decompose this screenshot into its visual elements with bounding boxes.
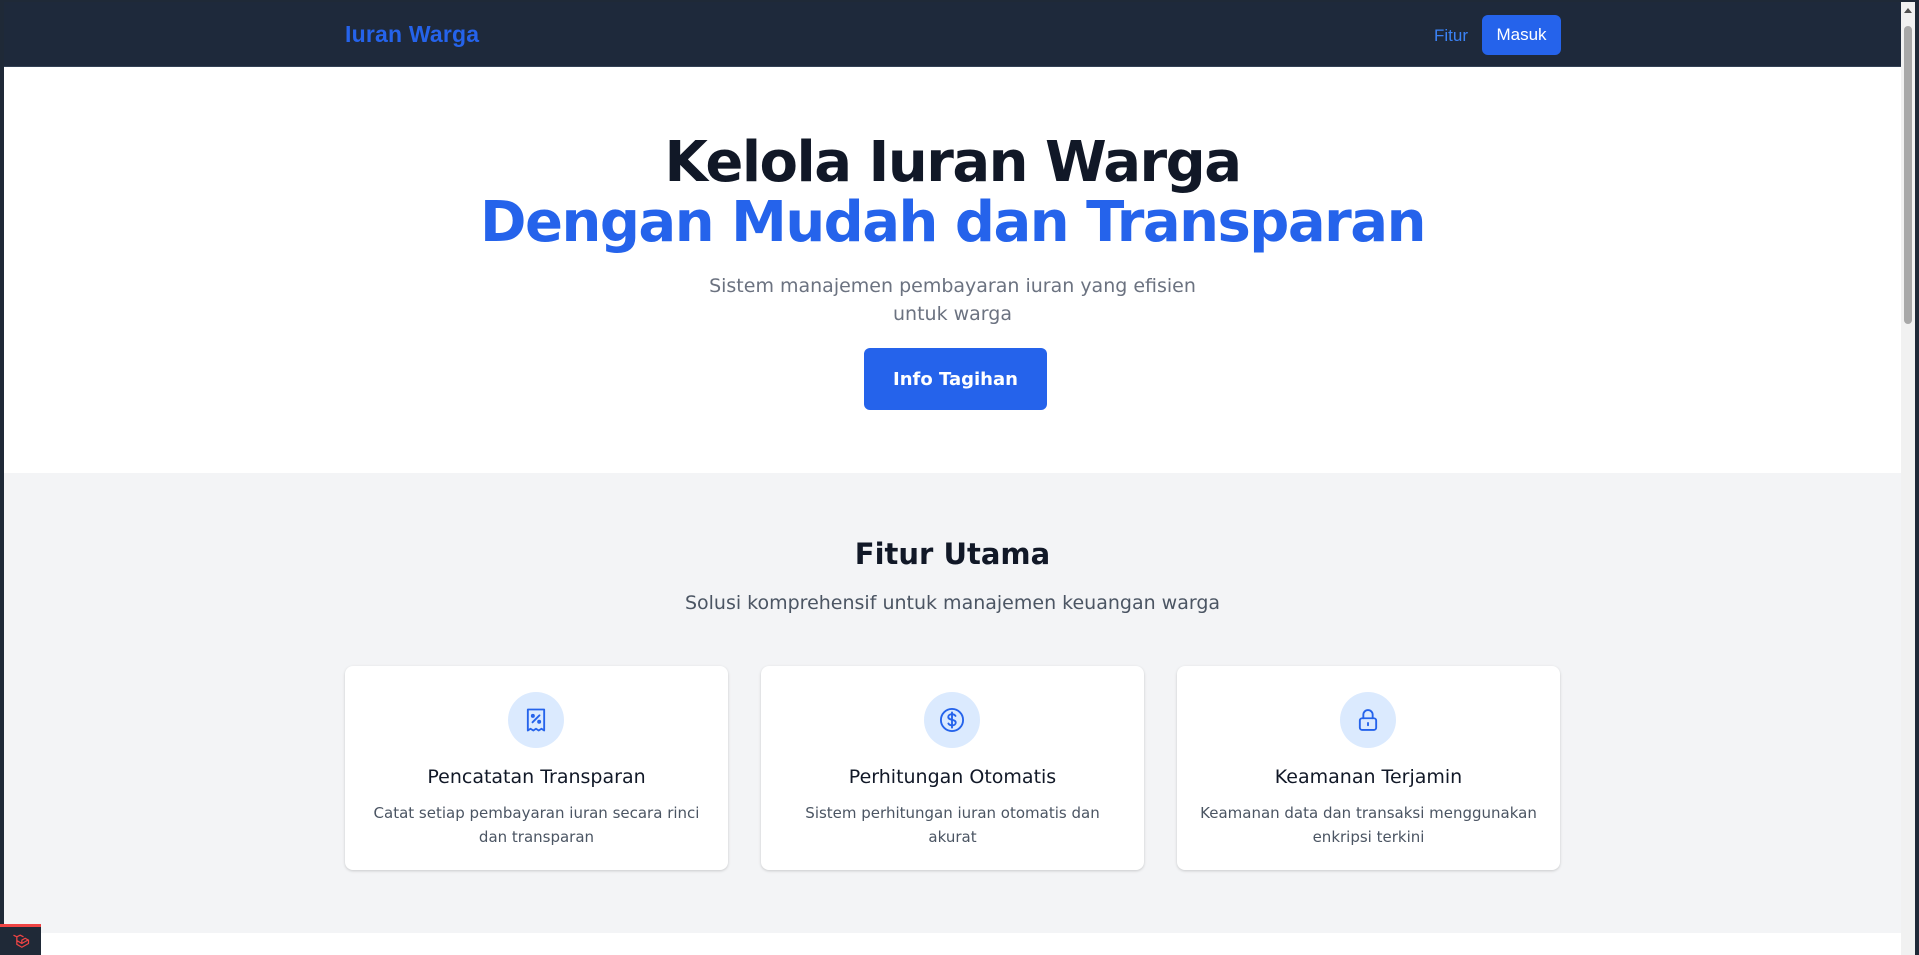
hero-subtitle-line1: Sistem manajemen pembayaran iuran yang e…: [709, 275, 1196, 297]
feature-card-description: Keamanan data dan transaksi menggunakan …: [1200, 804, 1537, 846]
nav-link-fitur[interactable]: Fitur: [1434, 26, 1468, 46]
laravel-logo-icon: [12, 934, 29, 948]
hero-section: Kelola Iuran Warga Dengan Mudah dan Tran…: [4, 67, 1901, 473]
hero-title-line2: Dengan Mudah dan Transparan: [480, 190, 1426, 255]
hero-title-line1: Kelola Iuran Warga: [664, 130, 1242, 195]
feature-card-keamanan: Keamanan Terjamin Keamanan data dan tran…: [1177, 666, 1560, 870]
feature-card-perhitungan: Perhitungan Otomatis Sistem perhitungan …: [761, 666, 1144, 870]
lock-icon: [1340, 692, 1396, 748]
feature-card-title: Keamanan Terjamin: [1274, 766, 1463, 788]
feature-card-title: Perhitungan Otomatis: [848, 766, 1057, 788]
hero-subtitle-line2: untuk warga: [893, 303, 1012, 325]
scroll-up-arrow-icon[interactable]: [1904, 8, 1912, 13]
features-section: Fitur Utama Solusi komprehensif untuk ma…: [4, 473, 1901, 933]
next-section-edge: [4, 933, 1901, 955]
currency-dollar-icon: [924, 692, 980, 748]
receipt-percent-icon: [508, 692, 564, 748]
features-title: Fitur Utama: [854, 537, 1051, 571]
info-tagihan-button[interactable]: Info Tagihan: [864, 348, 1047, 410]
scrollbar-thumb[interactable]: [1904, 26, 1912, 324]
feature-card-description: Catat setiap pembayaran iuran secara rin…: [373, 804, 700, 846]
feature-card-title: Pencatatan Transparan: [427, 766, 646, 788]
login-button[interactable]: Masuk: [1482, 15, 1561, 55]
feature-card-pencatatan: Pencatatan Transparan Catat setiap pemba…: [345, 666, 728, 870]
vertical-scrollbar[interactable]: [1901, 2, 1915, 955]
feature-card-description: Sistem perhitungan iuran otomatis dan ak…: [805, 804, 1100, 846]
features-subtitle: Solusi komprehensif untuk manajemen keua…: [684, 592, 1221, 614]
laravel-debugbar-toggle[interactable]: [0, 924, 41, 955]
brand-logo-link[interactable]: Iuran Warga: [345, 21, 479, 48]
page: Iuran Warga Fitur Masuk Kelola Iuran War…: [4, 2, 1901, 955]
navbar: Iuran Warga Fitur Masuk: [4, 2, 1901, 67]
browser-viewport: Iuran Warga Fitur Masuk Kelola Iuran War…: [0, 0, 1919, 955]
